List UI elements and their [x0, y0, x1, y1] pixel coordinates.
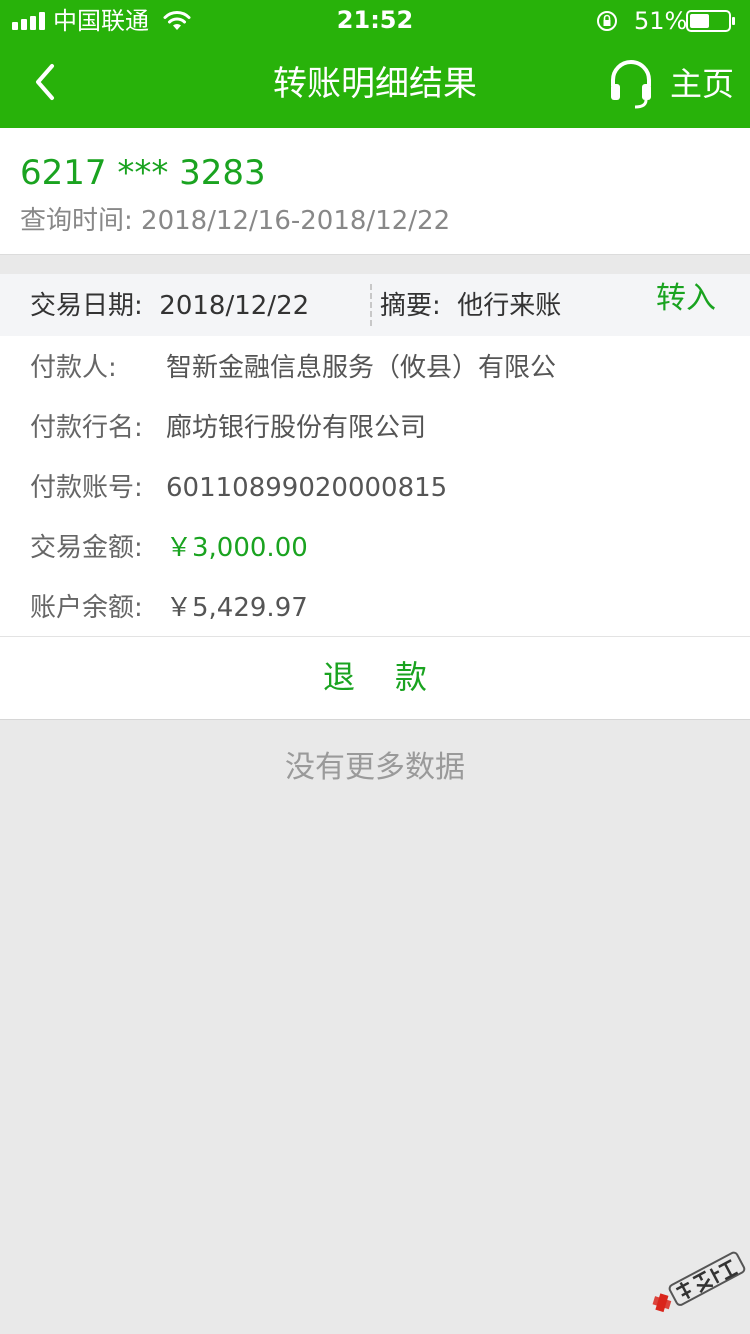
detail-label: 交易金额:	[30, 533, 143, 563]
detail-label: 付款账号:	[30, 473, 143, 503]
account-number: 6217 *** 3283	[20, 153, 266, 193]
battery-percent: 51%	[634, 7, 688, 35]
status-bar: 中国联通 21:52 51%	[0, 0, 750, 40]
detail-value: 廊坊银行股份有限公司	[166, 413, 427, 443]
detail-value: 60110899020000815	[166, 473, 448, 503]
headset-icon[interactable]	[608, 56, 654, 110]
transaction-date-value: 2018/12/22	[159, 291, 310, 321]
transaction-card-header: 交易日期: 2018/12/22 摘要: 他行来账 转入	[0, 274, 750, 336]
transaction-card[interactable]: 交易日期: 2018/12/22 摘要: 他行来账 转入 付款人: 智新金融信息…	[0, 274, 750, 720]
account-balance: ￥5,429.97	[166, 593, 308, 623]
transaction-amount: ￥3,000.00	[166, 533, 308, 563]
rotation-lock-icon	[597, 11, 617, 31]
refund-button[interactable]: 退款	[0, 657, 750, 697]
detail-label: 账户余额:	[30, 593, 143, 623]
no-more-data: 没有更多数据	[285, 750, 465, 785]
query-range: 查询时间: 2018/12/16-2018/12/22	[20, 206, 451, 236]
refund-bar: 退款	[0, 636, 750, 720]
direction-badge: 转入	[656, 281, 716, 316]
transaction-date: 交易日期: 2018/12/22	[30, 288, 309, 324]
transaction-date-label: 交易日期:	[30, 291, 143, 321]
detail-label: 付款人:	[30, 353, 117, 383]
header-divider	[370, 284, 372, 326]
summary-label: 摘要:	[380, 291, 441, 321]
home-button[interactable]: 主页	[670, 62, 734, 106]
detail-row-payer: 付款人: 智新金融信息服务（攸县）有限公	[0, 348, 750, 388]
top-bar: 中国联通 21:52 51% 转账明细结果 主页	[0, 0, 750, 128]
summary-value: 他行来账	[457, 291, 562, 321]
detail-row-amount: 交易金额: ￥3,000.00	[0, 528, 750, 568]
battery-icon	[686, 10, 735, 32]
detail-row-balance: 账户余额: ￥5,429.97	[0, 588, 750, 628]
detail-row-payer-bank: 付款行名: 廊坊银行股份有限公司	[0, 408, 750, 448]
chevron-left-icon[interactable]	[26, 60, 66, 104]
account-header: 6217 *** 3283 查询时间: 2018/12/16-2018/12/2…	[0, 128, 750, 255]
nav-bar: 转账明细结果 主页	[0, 40, 750, 128]
detail-row-payer-account: 付款账号: 60110899020000815	[0, 468, 750, 508]
detail-label: 付款行名:	[30, 413, 143, 443]
detail-value: 智新金融信息服务（攸县）有限公	[166, 353, 557, 383]
watermark-logo	[652, 1251, 746, 1313]
transaction-summary: 摘要: 他行来账	[380, 288, 561, 324]
